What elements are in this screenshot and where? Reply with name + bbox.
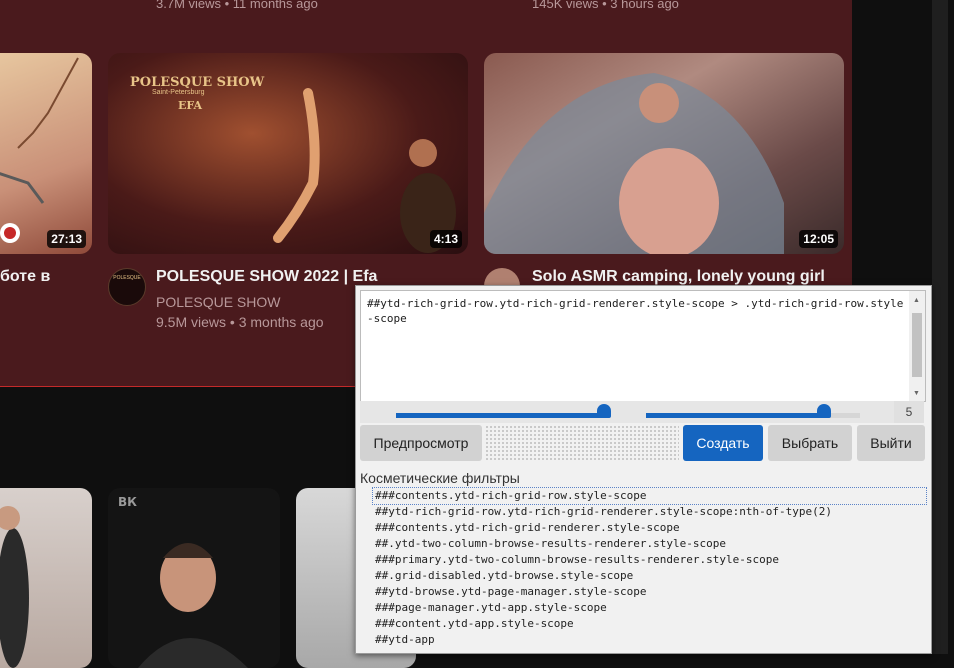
filter-candidate[interactable]: ##.grid-disabled.ytd-browse.style-scope bbox=[373, 568, 926, 584]
exit-button[interactable]: Выйти bbox=[857, 425, 925, 461]
video-thumbnail[interactable] bbox=[0, 488, 92, 668]
filter-candidate[interactable]: ###contents.ytd-rich-grid-row.style-scop… bbox=[372, 487, 927, 505]
slider-fill bbox=[396, 413, 604, 418]
editor-scrollbar[interactable]: ▲ ▼ bbox=[909, 291, 925, 401]
hands-illustration-icon bbox=[0, 57, 79, 243]
element-picker-panel: ##ytd-rich-grid-row.ytd-rich-grid-render… bbox=[355, 285, 932, 654]
scroll-up-icon[interactable]: ▲ bbox=[913, 297, 920, 304]
slider-handle[interactable] bbox=[816, 404, 831, 418]
match-count: 5 bbox=[894, 401, 924, 423]
filter-candidate[interactable]: ###page-manager.ytd-app.style-scope bbox=[373, 600, 926, 616]
channel-avatar[interactable]: POLESQUE bbox=[108, 268, 146, 306]
video-thumbnail[interactable]: 12:05 bbox=[484, 53, 844, 254]
video-meta: 3.7M views • 11 months ago bbox=[156, 0, 318, 11]
create-button[interactable]: Создать bbox=[683, 425, 763, 461]
video-title[interactable]: ботe в bbox=[0, 268, 50, 286]
cosmetic-filters-heading: Косметические фильтры bbox=[360, 470, 520, 486]
selector-editor[interactable]: ##ytd-rich-grid-row.ytd-rich-grid-render… bbox=[360, 290, 926, 402]
depth-slider[interactable] bbox=[646, 404, 860, 418]
duration-badge: 27:13 bbox=[47, 230, 86, 248]
video-thumbnail[interactable]: POLESQUE SHOW Saint-Petersburg EFA 4:13 bbox=[108, 53, 468, 254]
preview-button[interactable]: Предпросмотр bbox=[360, 425, 482, 461]
video-title[interactable]: Solo ASMR camping, lonely young girl bbox=[532, 268, 825, 286]
filter-candidate[interactable]: ###primary.ytd-two-column-browse-results… bbox=[373, 552, 926, 568]
filter-candidate[interactable]: ##ytd-app bbox=[373, 632, 926, 648]
duration-badge: 12:05 bbox=[799, 230, 838, 248]
presenter-figure-icon: ВК bbox=[118, 495, 248, 668]
svg-text:ВК: ВК bbox=[118, 495, 137, 509]
performer-figure-icon bbox=[273, 88, 456, 253]
slider-fill bbox=[646, 413, 824, 418]
video-title[interactable]: POLESQUE SHOW 2022 | Efa bbox=[156, 268, 377, 286]
video-thumbnail[interactable]: 27:13 bbox=[0, 53, 92, 254]
duration-badge: 4:13 bbox=[429, 230, 462, 248]
page-scrollbar[interactable] bbox=[932, 0, 948, 654]
filter-candidate[interactable]: ##ytd-browse.ytd-page-manager.style-scop… bbox=[373, 584, 926, 600]
selector-text[interactable]: ##ytd-rich-grid-row.ytd-rich-grid-render… bbox=[367, 296, 905, 326]
specificity-slider[interactable] bbox=[396, 404, 611, 418]
pick-button[interactable]: Выбрать bbox=[768, 425, 852, 461]
scroll-down-icon[interactable]: ▼ bbox=[913, 390, 920, 397]
specificity-sliders: 5 bbox=[360, 401, 924, 423]
avatar-text: POLESQUE bbox=[113, 275, 141, 281]
video-meta: 145K views • 3 hours ago bbox=[532, 0, 679, 11]
video-meta: 9.5M views • 3 months ago bbox=[156, 314, 324, 330]
slider-handle[interactable] bbox=[596, 404, 611, 418]
filter-candidate[interactable]: ###contents.ytd-rich-grid-renderer.style… bbox=[373, 520, 926, 536]
scrollbar-thumb[interactable] bbox=[912, 313, 922, 377]
cosmetic-filter-list: ###contents.ytd-rich-grid-row.style-scop… bbox=[372, 487, 927, 648]
person-figure-icon bbox=[0, 506, 29, 668]
channel-name[interactable]: POLESQUE SHOW bbox=[156, 294, 280, 310]
dotted-spacer bbox=[485, 425, 679, 461]
video-thumbnail[interactable]: ВК bbox=[108, 488, 280, 668]
tent-scene-icon bbox=[484, 73, 784, 254]
filter-candidate[interactable]: ##.ytd-two-column-browse-results-rendere… bbox=[373, 536, 926, 552]
filter-candidate[interactable]: ###content.ytd-app.style-scope bbox=[373, 616, 926, 632]
filter-candidate[interactable]: ##ytd-rich-grid-row.ytd-rich-grid-render… bbox=[373, 504, 926, 520]
